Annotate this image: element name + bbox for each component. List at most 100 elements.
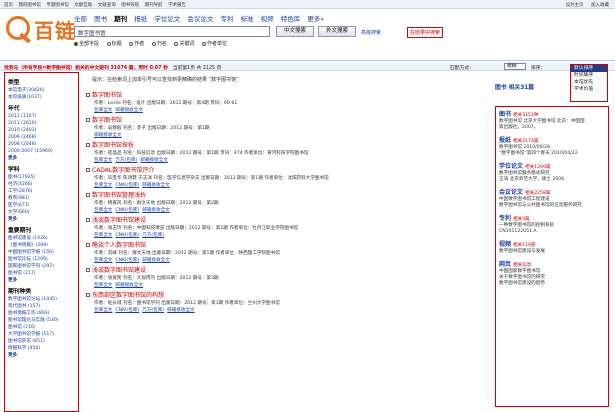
advanced-search-link[interactable]: 高级搜索 (361, 29, 381, 36)
related-item[interactable]: 数字图书馆建设与发展 (499, 249, 605, 255)
fulltext-link[interactable]: 邮箱接收全文 (94, 133, 122, 138)
fulltext-link[interactable]: CNKI(包库) (115, 233, 139, 238)
fulltext-link[interactable]: 包库全文 (94, 183, 112, 188)
tab-more[interactable]: 更多» (307, 15, 324, 23)
facet-item[interactable]: 情报科学 (456) (8, 345, 75, 352)
tab-standards[interactable]: 标准 (241, 15, 254, 23)
radio-keyword[interactable]: 关键词 (174, 41, 194, 47)
related-group-heading[interactable]: 图书 相关3151种 (499, 109, 605, 118)
sort-option[interactable]: 本馆优先 (571, 79, 607, 86)
radio-all-fields[interactable]: 全部字段 (74, 41, 99, 47)
top-link[interactable]: 我的图书馆 (18, 3, 41, 8)
result-title[interactable]: 浅谈数字图书馆建设 (86, 215, 426, 224)
match-mode-select[interactable]: 模糊 (504, 63, 526, 70)
facet-item[interactable]: 数字图书馆论坛 (1045) (8, 296, 75, 303)
top-link[interactable]: 文献互助 (74, 3, 92, 8)
result-title[interactable]: 略谈个人数字图书馆 (86, 240, 426, 249)
facet-item[interactable]: 图书馆理论与实践 (530) (8, 317, 75, 324)
fulltext-link[interactable]: 邮箱接收全文 (167, 308, 195, 313)
logo[interactable]: 百链 (6, 13, 76, 49)
fulltext-link[interactable]: 包库全文 (94, 158, 112, 163)
related-group-heading[interactable]: 会议论文 相关2258篇 (499, 187, 605, 196)
fulltext-link[interactable]: 邮箱接收全文 (140, 158, 168, 163)
facet-item[interactable]: 图书馆杂志 (651) (8, 338, 75, 345)
facet-item[interactable]: 现代图书 (157) (8, 303, 75, 310)
tab-patents[interactable]: 专利 (220, 15, 233, 23)
radio-affiliation[interactable]: 作者单位 (202, 41, 227, 47)
result-title[interactable]: 数字图书馆 (86, 90, 426, 99)
facet-item[interactable]: 中国图书馆学报 (156) (8, 249, 75, 256)
fulltext-link[interactable]: 包库全文 (94, 108, 112, 113)
facet-item[interactable]: 工学(2876) (8, 188, 75, 195)
related-books-heading[interactable]: 图书 相关31篇 (495, 82, 534, 91)
checkbox-icon[interactable] (86, 143, 90, 147)
radio-journal[interactable]: 刊名 (151, 41, 167, 47)
tab-theses[interactable]: 学位论文 (154, 15, 180, 23)
top-link[interactable]: 首页 (4, 3, 13, 8)
facet-item[interactable]: 2008 (2046) (8, 141, 75, 148)
tab-books[interactable]: 图书 (94, 15, 107, 23)
related-group-heading[interactable]: 网页 相关信息 (499, 259, 605, 268)
fulltext-link[interactable]: 包库全文 (94, 308, 112, 313)
sort-option[interactable]: 默认排序 (571, 65, 607, 72)
radio-author[interactable]: 作者 (129, 41, 144, 47)
facet-item[interactable]: 2000-2007 (15960) (8, 148, 75, 155)
checkbox-icon[interactable] (86, 293, 90, 297)
fulltext-link[interactable]: 邮箱接收全文 (142, 258, 170, 263)
facet-item[interactable]: 图书馆 (217) (8, 270, 75, 277)
fulltext-link[interactable]: 包库全文 (94, 258, 112, 263)
facet-item[interactable]: 经济(4266) (8, 181, 75, 188)
fulltext-link[interactable]: 包库全文 (94, 233, 112, 238)
checkbox-icon[interactable] (86, 243, 90, 247)
set-homepage-link[interactable]: 设为主页 (566, 3, 584, 8)
fulltext-link[interactable]: 包库全文 (94, 208, 112, 213)
checkbox-icon[interactable] (86, 268, 90, 272)
checkbox-icon[interactable] (86, 193, 90, 197)
related-group-heading[interactable]: 视频 相关119部 (499, 239, 605, 248)
facet-more-link[interactable]: 更多 (8, 352, 75, 359)
fulltext-link[interactable]: 邮箱接收全文 (142, 183, 170, 188)
facet-item[interactable]: 2009 (2468) (8, 134, 75, 141)
result-title[interactable]: 东西部区数字图书馆的构想 (86, 290, 426, 299)
search-input[interactable]: 数字图书馆 (74, 26, 270, 37)
top-link[interactable]: 文献查询 (98, 3, 116, 8)
related-item[interactable]: “数字图书馆”第四个春天 2010/04/22 (499, 151, 605, 157)
add-favorite-link[interactable]: 加入收藏 (591, 3, 609, 8)
checkbox-icon[interactable] (86, 168, 90, 172)
facet-item[interactable]: 国家图书馆学刊 (297) (8, 263, 75, 270)
facet-item[interactable]: 2011 (2610) (8, 120, 75, 127)
search-within-results-link[interactable]: 在结果中搜索 (407, 27, 444, 38)
result-title[interactable]: 数字图书馆管理浅析 (86, 190, 426, 199)
related-group-heading[interactable]: 专利 相关4篇 (499, 213, 605, 222)
fulltext-link[interactable]: CNKI(包库) (115, 208, 139, 213)
sort-dropdown[interactable]: 默认排序 时间降序 本馆优先 学术价值 (570, 64, 608, 102)
fulltext-link[interactable]: CNKI(包库) (115, 308, 139, 313)
top-link[interactable]: 期刊导航 (145, 3, 163, 8)
checkbox-icon[interactable] (86, 118, 90, 122)
result-title[interactable]: CADAL数字图书馆评介 (86, 165, 426, 174)
facet-item[interactable]: 图书馆建设 (1426) (8, 235, 75, 242)
facet-item[interactable]: 本馆电子(30426) (8, 87, 75, 94)
result-title[interactable]: 数字图书馆 (86, 115, 426, 124)
tab-video[interactable]: 视频 (261, 15, 274, 23)
top-link[interactable]: 专题图书馆 (46, 3, 69, 8)
facet-item[interactable]: 医学(671) (8, 202, 75, 209)
facet-item[interactable]: 《图书情报》(298) (8, 242, 75, 249)
top-link[interactable]: 图书导航 (121, 3, 139, 8)
facet-item[interactable]: 图书馆 (716) (8, 324, 75, 331)
tab-journals[interactable]: 期刊 (114, 15, 127, 23)
fulltext-link[interactable]: 万方(包库) (142, 233, 164, 238)
fulltext-link[interactable]: 邮箱接收全文 (115, 283, 143, 288)
fulltext-link[interactable]: CNKI(包库) (115, 258, 139, 263)
facet-item[interactable]: 图书馆论坛 (1209) (8, 256, 75, 263)
sort-option[interactable]: 学术价值 (571, 86, 607, 93)
facet-item[interactable]: 图书(17925) (8, 174, 75, 181)
tab-newspapers[interactable]: 报纸 (134, 15, 147, 23)
facet-item[interactable]: 2010 (2403) (8, 127, 75, 134)
tab-special[interactable]: 特色库 (281, 15, 301, 23)
checkbox-icon[interactable] (86, 93, 90, 97)
facet-more-link[interactable]: 更多 (8, 277, 75, 284)
facet-item[interactable]: 文学(660) (8, 209, 75, 216)
fulltext-link[interactable]: 万方(包库) (115, 158, 137, 163)
facet-item[interactable]: 本馆纸质(1037) (8, 94, 75, 101)
